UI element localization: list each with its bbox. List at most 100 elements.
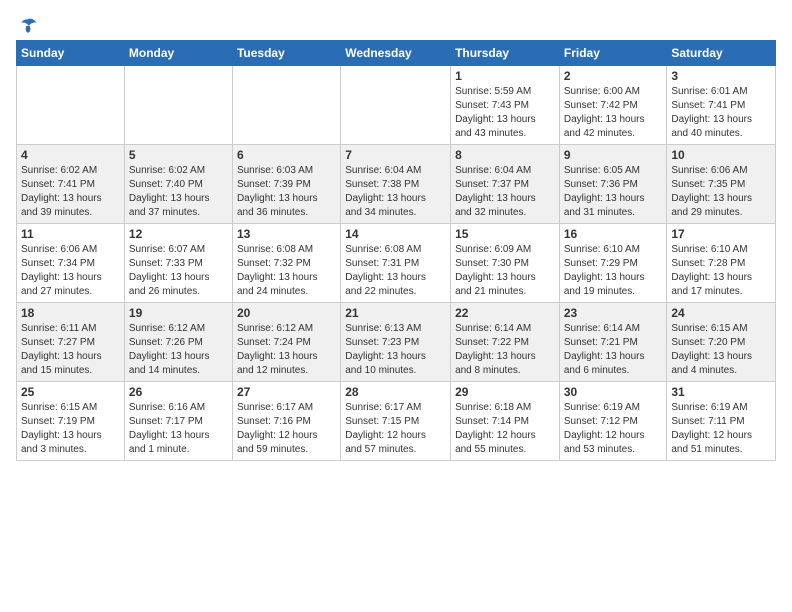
page-header [16, 16, 776, 32]
day-number: 30 [564, 385, 663, 399]
calendar-cell: 4Sunrise: 6:02 AM Sunset: 7:41 PM Daylig… [17, 145, 125, 224]
logo [16, 16, 38, 32]
day-number: 27 [237, 385, 336, 399]
day-info: Sunrise: 6:10 AM Sunset: 7:28 PM Dayligh… [671, 243, 771, 299]
calendar-cell [17, 66, 125, 145]
logo-bird-icon [18, 16, 38, 36]
calendar-cell: 11 Sunrise: 6:06 AM Sunset: 7:34 PM Dayli… [17, 224, 125, 303]
calendar-cell: 26Sunrise: 6:16 AM Sunset: 7:17 PM Dayli… [124, 382, 232, 461]
day-info: Sunrise: 6:03 AM Sunset: 7:39 PM Dayligh… [237, 164, 336, 220]
calendar-cell: 21 Sunrise: 6:13 AM Sunset: 7:23 PM Dayli… [341, 303, 451, 382]
calendar-cell: 25 Sunrise: 6:15 AM Sunset: 7:19 PM Dayli… [17, 382, 125, 461]
calendar-cell: 29 Sunrise: 6:18 AM Sunset: 7:14 PM Dayli… [451, 382, 560, 461]
calendar-cell: 24 Sunrise: 6:15 AM Sunset: 7:20 PM Dayli… [667, 303, 776, 382]
day-number: 5 [129, 148, 228, 162]
calendar-cell: 15 Sunrise: 6:09 AM Sunset: 7:30 PM Dayli… [451, 224, 560, 303]
calendar-cell: 5 Sunrise: 6:02 AM Sunset: 7:40 PM Daylig… [124, 145, 232, 224]
day-number: 16 [564, 227, 663, 241]
calendar-cell: 17 Sunrise: 6:10 AM Sunset: 7:28 PM Dayli… [667, 224, 776, 303]
day-info: Sunrise: 6:10 AM Sunset: 7:29 PM Dayligh… [564, 243, 663, 299]
day-number: 7 [345, 148, 446, 162]
calendar-header-row: SundayMondayTuesdayWednesdayThursdayFrid… [17, 41, 776, 66]
calendar-cell: 16 Sunrise: 6:10 AM Sunset: 7:29 PM Dayli… [559, 224, 667, 303]
day-info: Sunrise: 6:11 AM Sunset: 7:27 PM Dayligh… [21, 322, 120, 378]
day-info: Sunrise: 6:13 AM Sunset: 7:23 PM Dayligh… [345, 322, 446, 378]
calendar-cell: 10 Sunrise: 6:06 AM Sunset: 7:35 PM Dayli… [667, 145, 776, 224]
day-number: 6 [237, 148, 336, 162]
calendar-cell: 1 Sunrise: 5:59 AM Sunset: 7:43 PM Daylig… [451, 66, 560, 145]
day-info: Sunrise: 6:17 AM Sunset: 7:15 PM Dayligh… [345, 401, 446, 457]
day-number: 1 [455, 69, 555, 83]
calendar-cell: 13 Sunrise: 6:08 AM Sunset: 7:32 PM Dayli… [232, 224, 340, 303]
day-number: 24 [671, 306, 771, 320]
calendar-header-thursday: Thursday [451, 41, 560, 66]
calendar-cell: 6 Sunrise: 6:03 AM Sunset: 7:39 PM Daylig… [232, 145, 340, 224]
day-number: 29 [455, 385, 555, 399]
day-info: Sunrise: 6:18 AM Sunset: 7:14 PM Dayligh… [455, 401, 555, 457]
day-number: 20 [237, 306, 336, 320]
day-info: Sunrise: 6:17 AM Sunset: 7:16 PM Dayligh… [237, 401, 336, 457]
calendar-cell: 19 Sunrise: 6:12 AM Sunset: 7:26 PM Dayli… [124, 303, 232, 382]
day-number: 31 [671, 385, 771, 399]
day-number: 13 [237, 227, 336, 241]
day-info: Sunrise: 6:02 AM Sunset: 7:41 PM Dayligh… [21, 164, 120, 220]
calendar-cell [232, 66, 340, 145]
calendar-cell: 30Sunrise: 6:19 AM Sunset: 7:12 PM Dayli… [559, 382, 667, 461]
day-info: Sunrise: 6:06 AM Sunset: 7:35 PM Dayligh… [671, 164, 771, 220]
day-number: 19 [129, 306, 228, 320]
day-info: Sunrise: 6:00 AM Sunset: 7:42 PM Dayligh… [564, 85, 663, 141]
day-info: Sunrise: 6:06 AM Sunset: 7:34 PM Dayligh… [21, 243, 120, 299]
calendar-week-row: 18 Sunrise: 6:11 AM Sunset: 7:27 PM Dayli… [17, 303, 776, 382]
day-info: Sunrise: 6:16 AM Sunset: 7:17 PM Dayligh… [129, 401, 228, 457]
day-number: 15 [455, 227, 555, 241]
day-number: 21 [345, 306, 446, 320]
day-info: Sunrise: 6:08 AM Sunset: 7:32 PM Dayligh… [237, 243, 336, 299]
calendar-week-row: 4Sunrise: 6:02 AM Sunset: 7:41 PM Daylig… [17, 145, 776, 224]
calendar-header-sunday: Sunday [17, 41, 125, 66]
calendar-cell [124, 66, 232, 145]
day-number: 14 [345, 227, 446, 241]
day-number: 11 [21, 227, 120, 241]
calendar-cell [341, 66, 451, 145]
day-number: 10 [671, 148, 771, 162]
calendar-cell: 18 Sunrise: 6:11 AM Sunset: 7:27 PM Dayli… [17, 303, 125, 382]
day-info: Sunrise: 6:19 AM Sunset: 7:11 PM Dayligh… [671, 401, 771, 457]
day-info: Sunrise: 6:14 AM Sunset: 7:21 PM Dayligh… [564, 322, 663, 378]
day-number: 28 [345, 385, 446, 399]
day-number: 3 [671, 69, 771, 83]
day-number: 18 [21, 306, 120, 320]
calendar-cell: 2 Sunrise: 6:00 AM Sunset: 7:42 PM Daylig… [559, 66, 667, 145]
calendar-table: SundayMondayTuesdayWednesdayThursdayFrid… [16, 40, 776, 461]
calendar-header-monday: Monday [124, 41, 232, 66]
day-info: Sunrise: 6:02 AM Sunset: 7:40 PM Dayligh… [129, 164, 228, 220]
day-info: Sunrise: 6:01 AM Sunset: 7:41 PM Dayligh… [671, 85, 771, 141]
calendar-cell: 27 Sunrise: 6:17 AM Sunset: 7:16 PM Dayli… [232, 382, 340, 461]
day-number: 25 [21, 385, 120, 399]
calendar-week-row: 1 Sunrise: 5:59 AM Sunset: 7:43 PM Daylig… [17, 66, 776, 145]
calendar-cell: 28 Sunrise: 6:17 AM Sunset: 7:15 PM Dayli… [341, 382, 451, 461]
day-info: Sunrise: 5:59 AM Sunset: 7:43 PM Dayligh… [455, 85, 555, 141]
calendar-cell: 22Sunrise: 6:14 AM Sunset: 7:22 PM Dayli… [451, 303, 560, 382]
day-number: 17 [671, 227, 771, 241]
calendar-header-wednesday: Wednesday [341, 41, 451, 66]
day-number: 9 [564, 148, 663, 162]
day-number: 2 [564, 69, 663, 83]
calendar-header-friday: Friday [559, 41, 667, 66]
day-info: Sunrise: 6:15 AM Sunset: 7:20 PM Dayligh… [671, 322, 771, 378]
day-number: 22 [455, 306, 555, 320]
day-number: 12 [129, 227, 228, 241]
day-info: Sunrise: 6:08 AM Sunset: 7:31 PM Dayligh… [345, 243, 446, 299]
calendar-cell: 20Sunrise: 6:12 AM Sunset: 7:24 PM Dayli… [232, 303, 340, 382]
day-info: Sunrise: 6:04 AM Sunset: 7:38 PM Dayligh… [345, 164, 446, 220]
day-info: Sunrise: 6:05 AM Sunset: 7:36 PM Dayligh… [564, 164, 663, 220]
calendar-week-row: 25 Sunrise: 6:15 AM Sunset: 7:19 PM Dayli… [17, 382, 776, 461]
day-number: 23 [564, 306, 663, 320]
calendar-week-row: 11 Sunrise: 6:06 AM Sunset: 7:34 PM Dayli… [17, 224, 776, 303]
calendar-cell: 31 Sunrise: 6:19 AM Sunset: 7:11 PM Dayli… [667, 382, 776, 461]
day-info: Sunrise: 6:12 AM Sunset: 7:26 PM Dayligh… [129, 322, 228, 378]
day-info: Sunrise: 6:09 AM Sunset: 7:30 PM Dayligh… [455, 243, 555, 299]
day-number: 8 [455, 148, 555, 162]
day-info: Sunrise: 6:04 AM Sunset: 7:37 PM Dayligh… [455, 164, 555, 220]
calendar-cell: 3 Sunrise: 6:01 AM Sunset: 7:41 PM Daylig… [667, 66, 776, 145]
day-info: Sunrise: 6:15 AM Sunset: 7:19 PM Dayligh… [21, 401, 120, 457]
